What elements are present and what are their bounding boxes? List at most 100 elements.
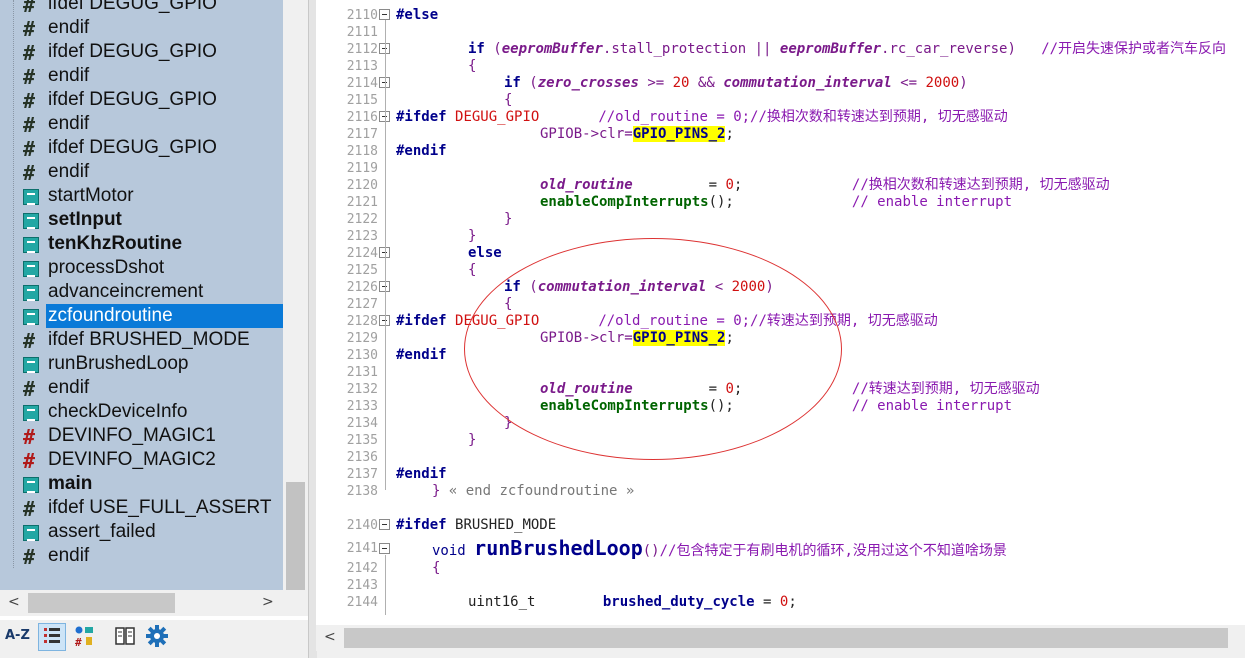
code-token: if — [468, 41, 485, 57]
red-annotation-circle — [464, 238, 842, 460]
code-token: eepromBuffer — [501, 41, 603, 57]
symbol-label: ifdef DEGUG_GPIO — [48, 0, 217, 14]
code-line-2130: #endif — [396, 347, 447, 364]
symbol-list-horizontal-scrollbar[interactable]: < > — [0, 590, 308, 616]
symbol-list-item[interactable]: processDshot — [0, 256, 283, 280]
symbol-list-item[interactable]: ifdef USE_FULL_ASSERT — [0, 496, 283, 521]
symbol-list-item[interactable]: checkDeviceInfo — [0, 400, 283, 424]
fold-toggle[interactable] — [379, 519, 390, 530]
symbol-label: endif — [48, 377, 90, 398]
symbol-label: assert_failed — [48, 521, 156, 542]
code-token: #ifdef — [396, 109, 447, 125]
symbol-list-item[interactable]: endif — [0, 376, 283, 401]
code-line-2144: uint16_t brushed_duty_cycle = 0; — [468, 594, 797, 611]
code-token: #endif — [396, 466, 447, 482]
preprocessor-icon — [23, 497, 39, 521]
symbol-list-item[interactable]: endif — [0, 64, 283, 89]
line-number: 2122 — [346, 212, 378, 227]
code-token: .stall_protection — [602, 41, 755, 57]
line-number: 2141 — [346, 541, 378, 556]
settings-button[interactable] — [144, 623, 172, 651]
code-line-2122: } — [504, 211, 512, 228]
code-token: 0 — [725, 177, 734, 193]
scrollbar-thumb[interactable] — [286, 482, 305, 590]
code-line-2120: old_routine = 0; //换相次数和转速达到预期, 切无感驱动 — [540, 177, 1110, 194]
symbol-list-item[interactable]: endif — [0, 544, 283, 569]
scrollbar-thumb[interactable] — [28, 593, 175, 613]
symbol-label: DEVINFO_MAGIC2 — [48, 449, 216, 470]
symbol-label: ifdef DEGUG_GPIO — [48, 137, 217, 158]
code-token: { — [432, 560, 441, 576]
code-comment: //old_routine = 0;//换相次数和转速达到预期, 切无感驱动 — [598, 109, 1008, 125]
category-view-button[interactable]: # — [72, 623, 100, 651]
symbol-list-item[interactable]: runBrushedLoop — [0, 352, 283, 376]
fold-toggle[interactable] — [379, 543, 390, 554]
symbol-list-item[interactable]: advanceincrement — [0, 280, 283, 304]
symbol-list-item[interactable]: endif — [0, 160, 283, 185]
symbol-list-item[interactable]: ifdef BRUSHED_MODE — [0, 328, 283, 353]
symbol-label: tenKhzRoutine — [48, 233, 183, 254]
line-number-gutter: 2110 2111 2112 2113 2114 2115 2116 2117 2118 2119… — [316, 0, 378, 625]
code-line-2116: #ifdef DEGUG_GPIO //old_routine = 0;//换相… — [396, 109, 1008, 126]
symbol-label: endif — [48, 17, 90, 38]
symbol-list-item[interactable]: startMotor — [0, 184, 283, 208]
symbol-list-vertical-scrollbar[interactable]: ∨ — [283, 0, 308, 608]
scroll-left-arrow-icon[interactable]: < — [8, 594, 20, 610]
sort-alphabetical-button[interactable]: A-Z — [4, 623, 32, 651]
editor-horizontal-scrollbar[interactable]: < — [316, 625, 1245, 651]
symbol-list-item[interactable]: DEVINFO_MAGIC2 — [0, 448, 283, 473]
line-number: 2143 — [346, 578, 378, 593]
symbol-list-item[interactable]: endif — [0, 112, 283, 137]
line-number: 2138 — [346, 484, 378, 499]
symbol-label: runBrushedLoop — [48, 353, 189, 374]
symbol-list-item[interactable]: tenKhzRoutine — [0, 232, 283, 256]
code-line-2114: if (zero_crosses >= 20 && commutation_in… — [504, 75, 968, 92]
code-token: ; — [725, 126, 734, 142]
preprocessor-icon — [23, 41, 39, 65]
symbol-list[interactable]: ifdef DEGUG_GPIOendififdef DEGUG_GPIOend… — [0, 0, 283, 590]
tree-guide-line — [13, 0, 15, 568]
symbol-list-item[interactable]: setInput — [0, 208, 283, 232]
symbol-list-item[interactable]: ifdef DEGUG_GPIO — [0, 88, 283, 113]
symbol-list-item[interactable]: assert_failed — [0, 520, 283, 544]
code-token: zero_crosses — [537, 75, 639, 91]
code-token: <= — [891, 75, 926, 91]
code-token: #else — [396, 7, 439, 23]
code-line-2110: #else — [396, 7, 438, 24]
scroll-right-arrow-icon[interactable]: > — [262, 594, 274, 610]
line-number: 2133 — [346, 399, 378, 414]
symbol-list-item[interactable]: zcfoundroutine — [23, 304, 283, 328]
code-token: } — [504, 211, 513, 227]
code-token: uint16_t — [468, 594, 536, 610]
function-icon — [23, 213, 39, 229]
code-token: { — [468, 58, 477, 74]
list-view-button[interactable] — [38, 623, 66, 651]
function-icon — [23, 285, 39, 301]
highlighted-token: GPIO_PINS_2 — [632, 126, 726, 142]
function-icon — [23, 405, 39, 421]
symbol-list-item[interactable]: ifdef DEGUG_GPIO — [0, 0, 283, 17]
bookmarks-button[interactable] — [112, 623, 140, 651]
line-number: 2116 — [346, 110, 378, 125]
line-number: 2117 — [346, 127, 378, 142]
symbol-list-item[interactable]: endif — [0, 16, 283, 41]
symbol-list-item[interactable]: ifdef DEGUG_GPIO — [0, 136, 283, 161]
symbol-list-item[interactable]: DEVINFO_MAGIC1 — [0, 424, 283, 449]
line-number: 2142 — [346, 561, 378, 576]
code-line-2124: else — [468, 245, 502, 262]
fold-toggle[interactable] — [379, 9, 390, 20]
code-line-2112: if (eepromBuffer.stall_protection || eep… — [468, 41, 1226, 58]
code-token: old_routine — [540, 177, 633, 193]
symbol-label: zcfoundroutine — [48, 305, 173, 326]
code-editor[interactable]: 2110 2111 2112 2113 2114 2115 2116 2117 2118 2119… — [316, 0, 1245, 625]
line-number: 2123 — [346, 229, 378, 244]
code-token: DEGUG_GPIO — [455, 109, 540, 125]
symbol-list-item[interactable]: main — [0, 472, 283, 496]
line-number: 2114 — [346, 76, 378, 91]
scrollbar-thumb[interactable] — [344, 628, 1228, 648]
code-token: { — [504, 92, 513, 108]
symbol-list-item[interactable]: ifdef DEGUG_GPIO — [0, 40, 283, 65]
symbol-label: ifdef USE_FULL_ASSERT — [48, 497, 272, 518]
line-number: 2121 — [346, 195, 378, 210]
scroll-left-arrow-icon[interactable]: < — [324, 629, 336, 645]
